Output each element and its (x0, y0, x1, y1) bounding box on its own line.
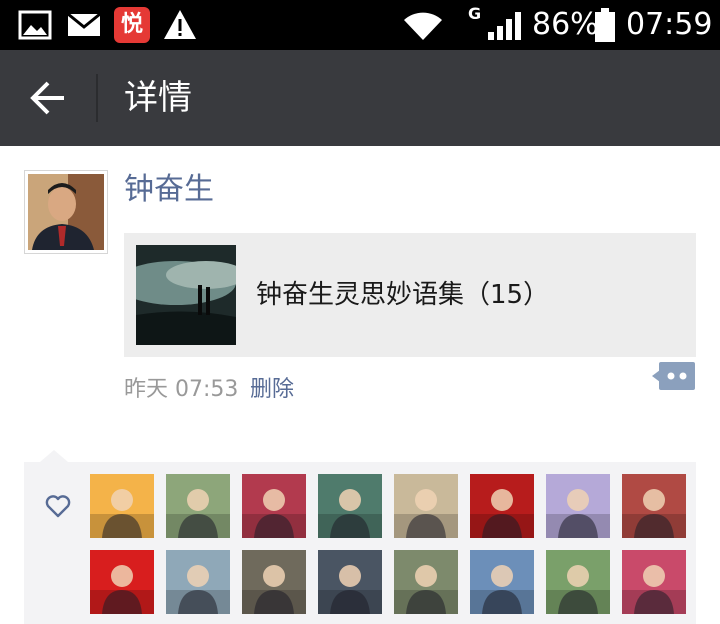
divider (96, 74, 98, 122)
liker-avatar[interactable] (242, 474, 306, 538)
arrow-left-icon (30, 81, 64, 115)
heart-icon (45, 495, 71, 518)
likes-panel (24, 462, 696, 624)
author-name[interactable]: 钟奋生 (124, 170, 214, 210)
battery-percentage: 86% (532, 7, 599, 42)
status-bar: 悦 G 86% 07:59 (0, 0, 720, 50)
liker-avatar[interactable] (622, 550, 686, 614)
page-title: 详情 (124, 78, 192, 118)
gallery-notification-icon (18, 10, 52, 40)
liker-avatar[interactable] (318, 550, 382, 614)
author-avatar[interactable] (24, 170, 108, 254)
app-notification-icon: 悦 (114, 7, 150, 43)
liker-avatar[interactable] (90, 474, 154, 538)
liker-avatar[interactable] (166, 474, 230, 538)
battery-icon (595, 8, 615, 42)
more-dots-icon (652, 362, 695, 390)
liker-avatar[interactable] (546, 550, 610, 614)
liker-avatar[interactable] (470, 474, 534, 538)
liker-avatar[interactable] (622, 474, 686, 538)
author-photo (28, 174, 104, 250)
liker-avatar[interactable] (242, 550, 306, 614)
liker-avatar[interactable] (470, 550, 534, 614)
delete-link[interactable]: 删除 (250, 372, 294, 408)
shared-link-card[interactable]: 钟奋生灵思妙语集（15） (124, 233, 696, 357)
wifi-icon (404, 12, 442, 40)
comment-button[interactable] (652, 360, 696, 392)
clock: 07:59 (626, 7, 713, 42)
liker-avatar[interactable] (394, 474, 458, 538)
post-timestamp: 昨天 07:53 (124, 377, 239, 402)
app-bar: 详情 (0, 50, 720, 146)
back-button[interactable] (22, 74, 76, 122)
liker-avatar[interactable] (166, 550, 230, 614)
shared-link-title: 钟奋生灵思妙语集（15） (256, 280, 550, 310)
likes-pointer (40, 450, 68, 462)
liker-avatar[interactable] (394, 550, 458, 614)
liker-avatar[interactable] (318, 474, 382, 538)
signal-icon (488, 12, 521, 40)
warning-notification-icon (164, 10, 196, 39)
liker-avatar[interactable] (546, 474, 610, 538)
shared-link-thumbnail (136, 245, 236, 345)
network-type: G (468, 4, 482, 23)
mail-notification-icon (67, 12, 101, 36)
liker-avatar[interactable] (90, 550, 154, 614)
